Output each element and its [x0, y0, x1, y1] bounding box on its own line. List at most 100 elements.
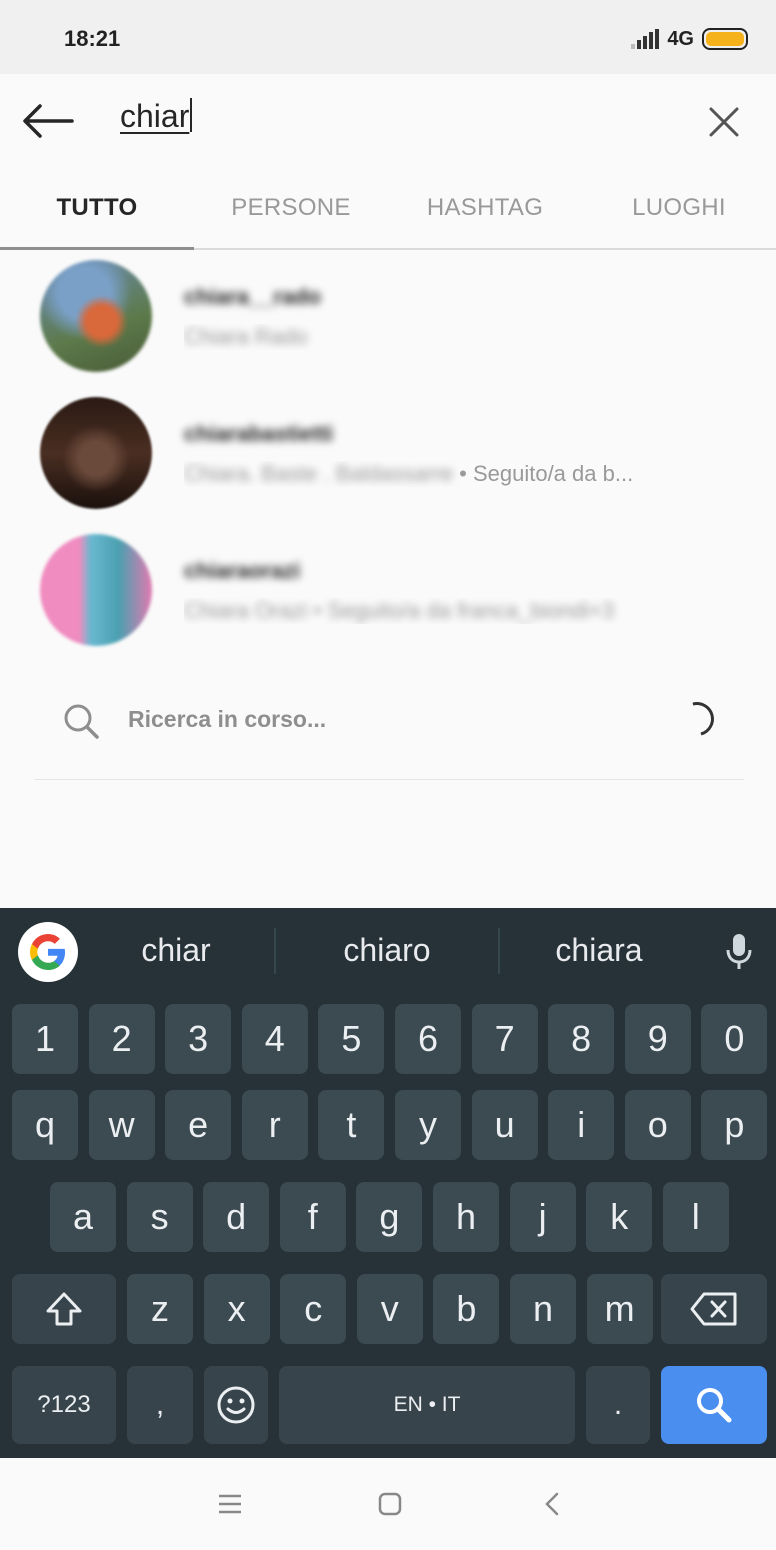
search-input[interactable]: chiar — [120, 98, 660, 142]
loading-spinner-icon — [673, 695, 721, 743]
key-d[interactable]: d — [203, 1182, 270, 1252]
result-followed-by: • Seguito/a da b... — [453, 461, 634, 486]
key-x[interactable]: x — [203, 1274, 270, 1344]
suggestion-2[interactable]: chiaro — [287, 932, 487, 969]
key-k[interactable]: k — [586, 1182, 653, 1252]
avatar — [40, 397, 152, 509]
key-u[interactable]: u — [471, 1090, 538, 1160]
result-meta: Chiara Rado — [184, 324, 744, 350]
space-key[interactable]: EN • IT — [279, 1366, 575, 1444]
key-7[interactable]: 7 — [471, 1004, 538, 1074]
search-action-key[interactable] — [661, 1366, 767, 1444]
google-g-icon[interactable] — [18, 922, 78, 982]
key-0[interactable]: 0 — [701, 1004, 768, 1074]
signal-icon — [631, 29, 660, 49]
key-h[interactable]: h — [433, 1182, 499, 1252]
clear-search-button[interactable] — [702, 100, 746, 144]
avatar — [40, 534, 152, 646]
key-b[interactable]: b — [433, 1274, 500, 1344]
key-y[interactable]: y — [395, 1090, 461, 1160]
search-results: chiara__rado Chiara Rado chiarabastietti… — [0, 252, 776, 663]
key-c[interactable]: c — [280, 1274, 347, 1344]
symbols-key[interactable]: ?123 — [12, 1366, 116, 1444]
nav-back-button[interactable] — [532, 1486, 572, 1522]
tab-hashtag[interactable]: HASHTAG — [388, 168, 582, 248]
key-i[interactable]: i — [548, 1090, 615, 1160]
key-l[interactable]: l — [662, 1182, 729, 1252]
key-9[interactable]: 9 — [624, 1004, 691, 1074]
key-1[interactable]: 1 — [12, 1004, 78, 1074]
back-button[interactable] — [18, 96, 78, 146]
key-n[interactable]: n — [510, 1274, 576, 1344]
status-time: 18:21 — [64, 26, 121, 51]
key-e[interactable]: e — [165, 1090, 232, 1160]
home-button[interactable] — [370, 1486, 410, 1522]
suggestion-1[interactable]: chiar — [76, 932, 276, 969]
text-caret — [190, 98, 193, 132]
tab-luoghi[interactable]: LUOGHI — [582, 168, 776, 248]
suggestion-bar: chiar chiaro chiara — [0, 908, 776, 996]
result-fullname: Chiara Orazi • Seguito/a da franca_biond… — [184, 598, 615, 623]
status-bar: 18:21 4G — [0, 0, 776, 74]
system-navbar — [0, 1458, 776, 1550]
key-a[interactable]: a — [50, 1182, 116, 1252]
result-row[interactable]: chiarabastietti Chiara. Baste . Baldassa… — [0, 389, 776, 526]
home-square-icon — [378, 1492, 402, 1516]
result-username: chiara__rado — [184, 284, 321, 309]
key-4[interactable]: 4 — [241, 1004, 308, 1074]
result-username: chiaraorazi — [184, 558, 301, 583]
close-icon — [709, 107, 739, 137]
result-fullname: Chiara. Baste . Baldassarre — [184, 461, 454, 486]
search-tabs: TUTTO PERSONE HASHTAG LUOGHI — [0, 168, 776, 250]
key-t[interactable]: t — [318, 1090, 385, 1160]
search-header: chiar — [0, 74, 776, 168]
menu-icon — [219, 1494, 241, 1514]
backspace-icon — [690, 1292, 737, 1326]
key-r[interactable]: r — [241, 1090, 308, 1160]
key-m[interactable]: m — [586, 1274, 653, 1344]
key-o[interactable]: o — [624, 1090, 691, 1160]
key-q[interactable]: q — [12, 1090, 78, 1160]
network-type: 4G — [667, 27, 694, 50]
avatar — [40, 260, 152, 372]
key-f[interactable]: f — [279, 1182, 346, 1252]
result-meta: Chiara Orazi • Seguito/a da franca_biond… — [184, 598, 744, 624]
key-6[interactable]: 6 — [395, 1004, 461, 1074]
searching-row: Ricerca in corso... — [34, 670, 744, 780]
key-2[interactable]: 2 — [88, 1004, 155, 1074]
search-icon — [64, 704, 99, 739]
menu-button[interactable] — [210, 1486, 250, 1522]
tab-persone[interactable]: PERSONE — [194, 168, 388, 248]
key-v[interactable]: v — [356, 1274, 423, 1344]
key-s[interactable]: s — [126, 1182, 193, 1252]
suggestion-3[interactable]: chiara — [499, 932, 699, 969]
soft-keyboard: chiar chiaro chiara ?123 , EN • IT . 123… — [0, 908, 776, 1458]
shift-key[interactable] — [12, 1274, 116, 1344]
key-z[interactable]: z — [127, 1274, 193, 1344]
comma-key[interactable]: , — [127, 1366, 193, 1444]
key-p[interactable]: p — [701, 1090, 768, 1160]
result-row[interactable]: chiara__rado Chiara Rado — [0, 252, 776, 389]
battery-icon — [702, 28, 748, 50]
emoji-key[interactable] — [204, 1366, 268, 1444]
key-3[interactable]: 3 — [165, 1004, 232, 1074]
suggestion-divider — [274, 928, 276, 974]
key-w[interactable]: w — [88, 1090, 155, 1160]
key-8[interactable]: 8 — [548, 1004, 615, 1074]
status-indicators: 4G — [631, 24, 748, 54]
key-5[interactable]: 5 — [318, 1004, 385, 1074]
search-query: chiar — [120, 98, 190, 134]
backspace-key[interactable] — [661, 1274, 767, 1344]
searching-label: Ricerca in corso... — [128, 706, 327, 732]
microphone-icon[interactable] — [724, 932, 754, 972]
result-row[interactable]: chiaraorazi Chiara Orazi • Seguito/a da … — [0, 526, 776, 663]
emoji-icon — [217, 1386, 255, 1424]
result-username: chiarabastietti — [184, 421, 334, 446]
period-key[interactable]: . — [586, 1366, 650, 1444]
back-chevron-icon — [545, 1492, 559, 1516]
arrow-left-icon — [23, 104, 74, 138]
result-meta: Chiara. Baste . Baldassarre • Seguito/a … — [184, 461, 744, 487]
tab-tutto[interactable]: TUTTO — [0, 168, 194, 250]
key-j[interactable]: j — [509, 1182, 576, 1252]
key-g[interactable]: g — [356, 1182, 423, 1252]
